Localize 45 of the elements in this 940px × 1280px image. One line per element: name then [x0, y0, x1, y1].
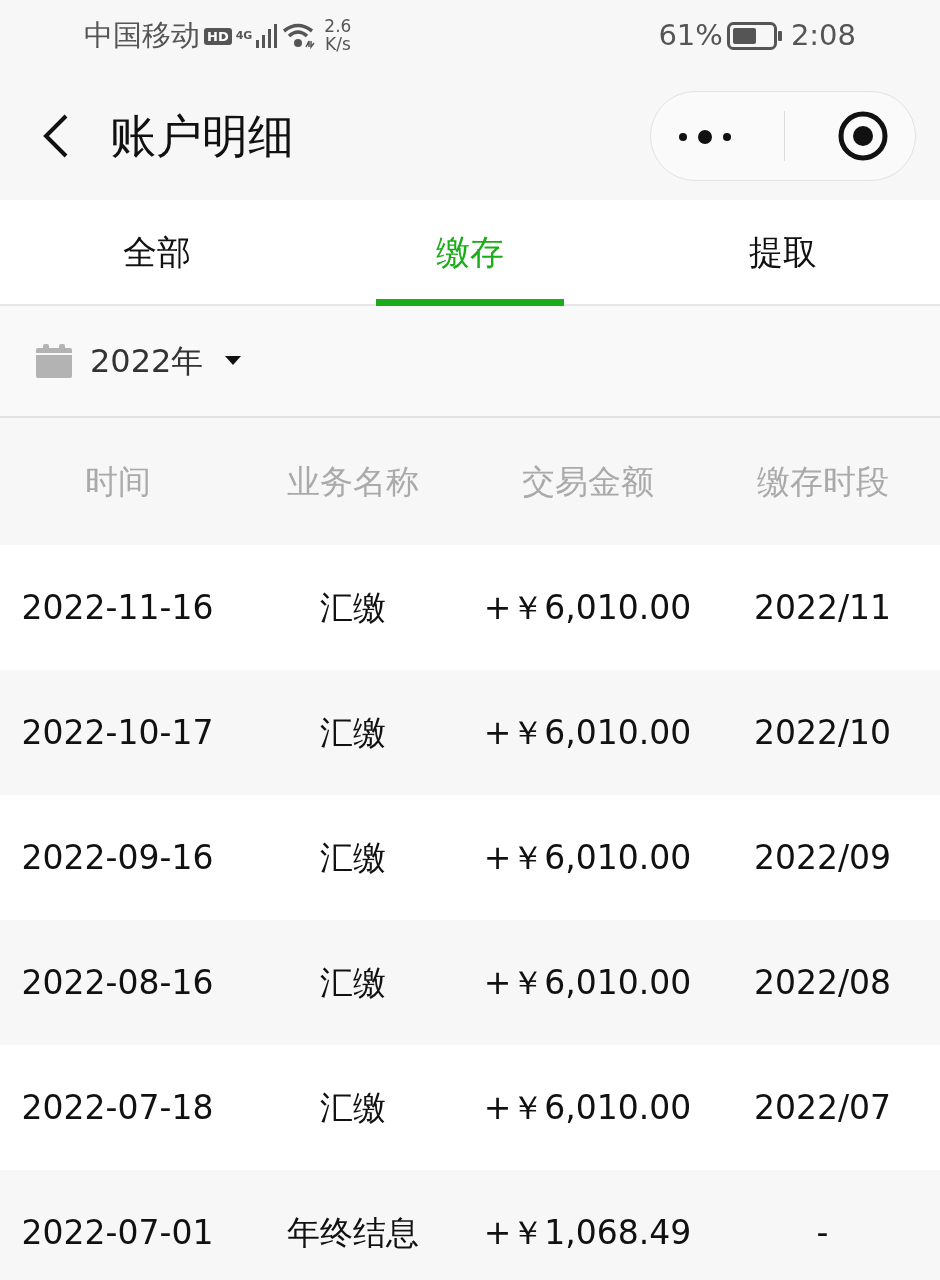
column-header: 缴存时段 [755, 460, 890, 503]
table-cell-text: +￥6,010.00 [482, 1086, 693, 1129]
carrier-name: 中国移动 [84, 17, 200, 55]
battery-percent: 61% [658, 17, 723, 55]
table-cell-text: 2022-09-16 [20, 836, 215, 879]
table-cell-text: +￥6,010.00 [482, 836, 693, 879]
table-cell-text: 汇缴 [318, 711, 387, 754]
table-cell-text: +￥1,068.49 [482, 1211, 693, 1254]
column-header: 时间 [83, 460, 152, 503]
table-cell-text: 2022-07-01 [20, 1211, 215, 1254]
table-cell-text: +￥6,010.00 [482, 961, 693, 1004]
table-cell-text: 汇缴 [318, 586, 387, 629]
table-cell-text: 汇缴 [318, 1086, 387, 1129]
speed-value: 2.6 [324, 18, 352, 36]
table-cell-text: 年终结息 [285, 1211, 420, 1254]
table-cell-text: 汇缴 [318, 836, 387, 879]
hd-badge: HD [204, 27, 232, 45]
tab[interactable]: 全部 [0, 200, 314, 304]
column-header: 交易金额 [520, 460, 655, 503]
calendar-icon [36, 344, 72, 378]
table-cell-text: 2022-11-16 [20, 586, 215, 629]
table-cell-text: 2022/07 [752, 1086, 893, 1129]
year-dropdown[interactable]: 2022年 [90, 337, 242, 385]
close-button[interactable] [837, 110, 890, 162]
wifi-icon [282, 23, 317, 49]
tab[interactable]: 提取 [626, 200, 940, 304]
table-cell-text: +￥6,010.00 [482, 586, 693, 629]
clock-time: 2:08 [790, 17, 856, 55]
page-title: 账户明细 [110, 107, 294, 165]
caret-icon [225, 356, 242, 366]
table-cell-text: 2022-08-16 [20, 961, 215, 1004]
table-cell-text: 2022-07-18 [20, 1086, 215, 1129]
table-cell-text: 2022/08 [752, 961, 893, 1004]
signal-icon [256, 24, 279, 48]
table-cell-text: 汇缴 [318, 961, 387, 1004]
network-type: 4G [235, 28, 253, 45]
table-cell-text: 2022/11 [752, 586, 893, 629]
table-cell-text: +￥6,010.00 [482, 711, 693, 754]
column-header: 业务名称 [285, 460, 420, 503]
table-cell-text: 2022/09 [752, 836, 893, 879]
table-cell-text: - [815, 1211, 830, 1254]
speed-unit: K/s [324, 36, 352, 54]
battery-icon [726, 22, 783, 50]
table-cell-text: 2022-10-17 [20, 711, 215, 754]
table-cell-text: 2022/10 [752, 711, 893, 754]
